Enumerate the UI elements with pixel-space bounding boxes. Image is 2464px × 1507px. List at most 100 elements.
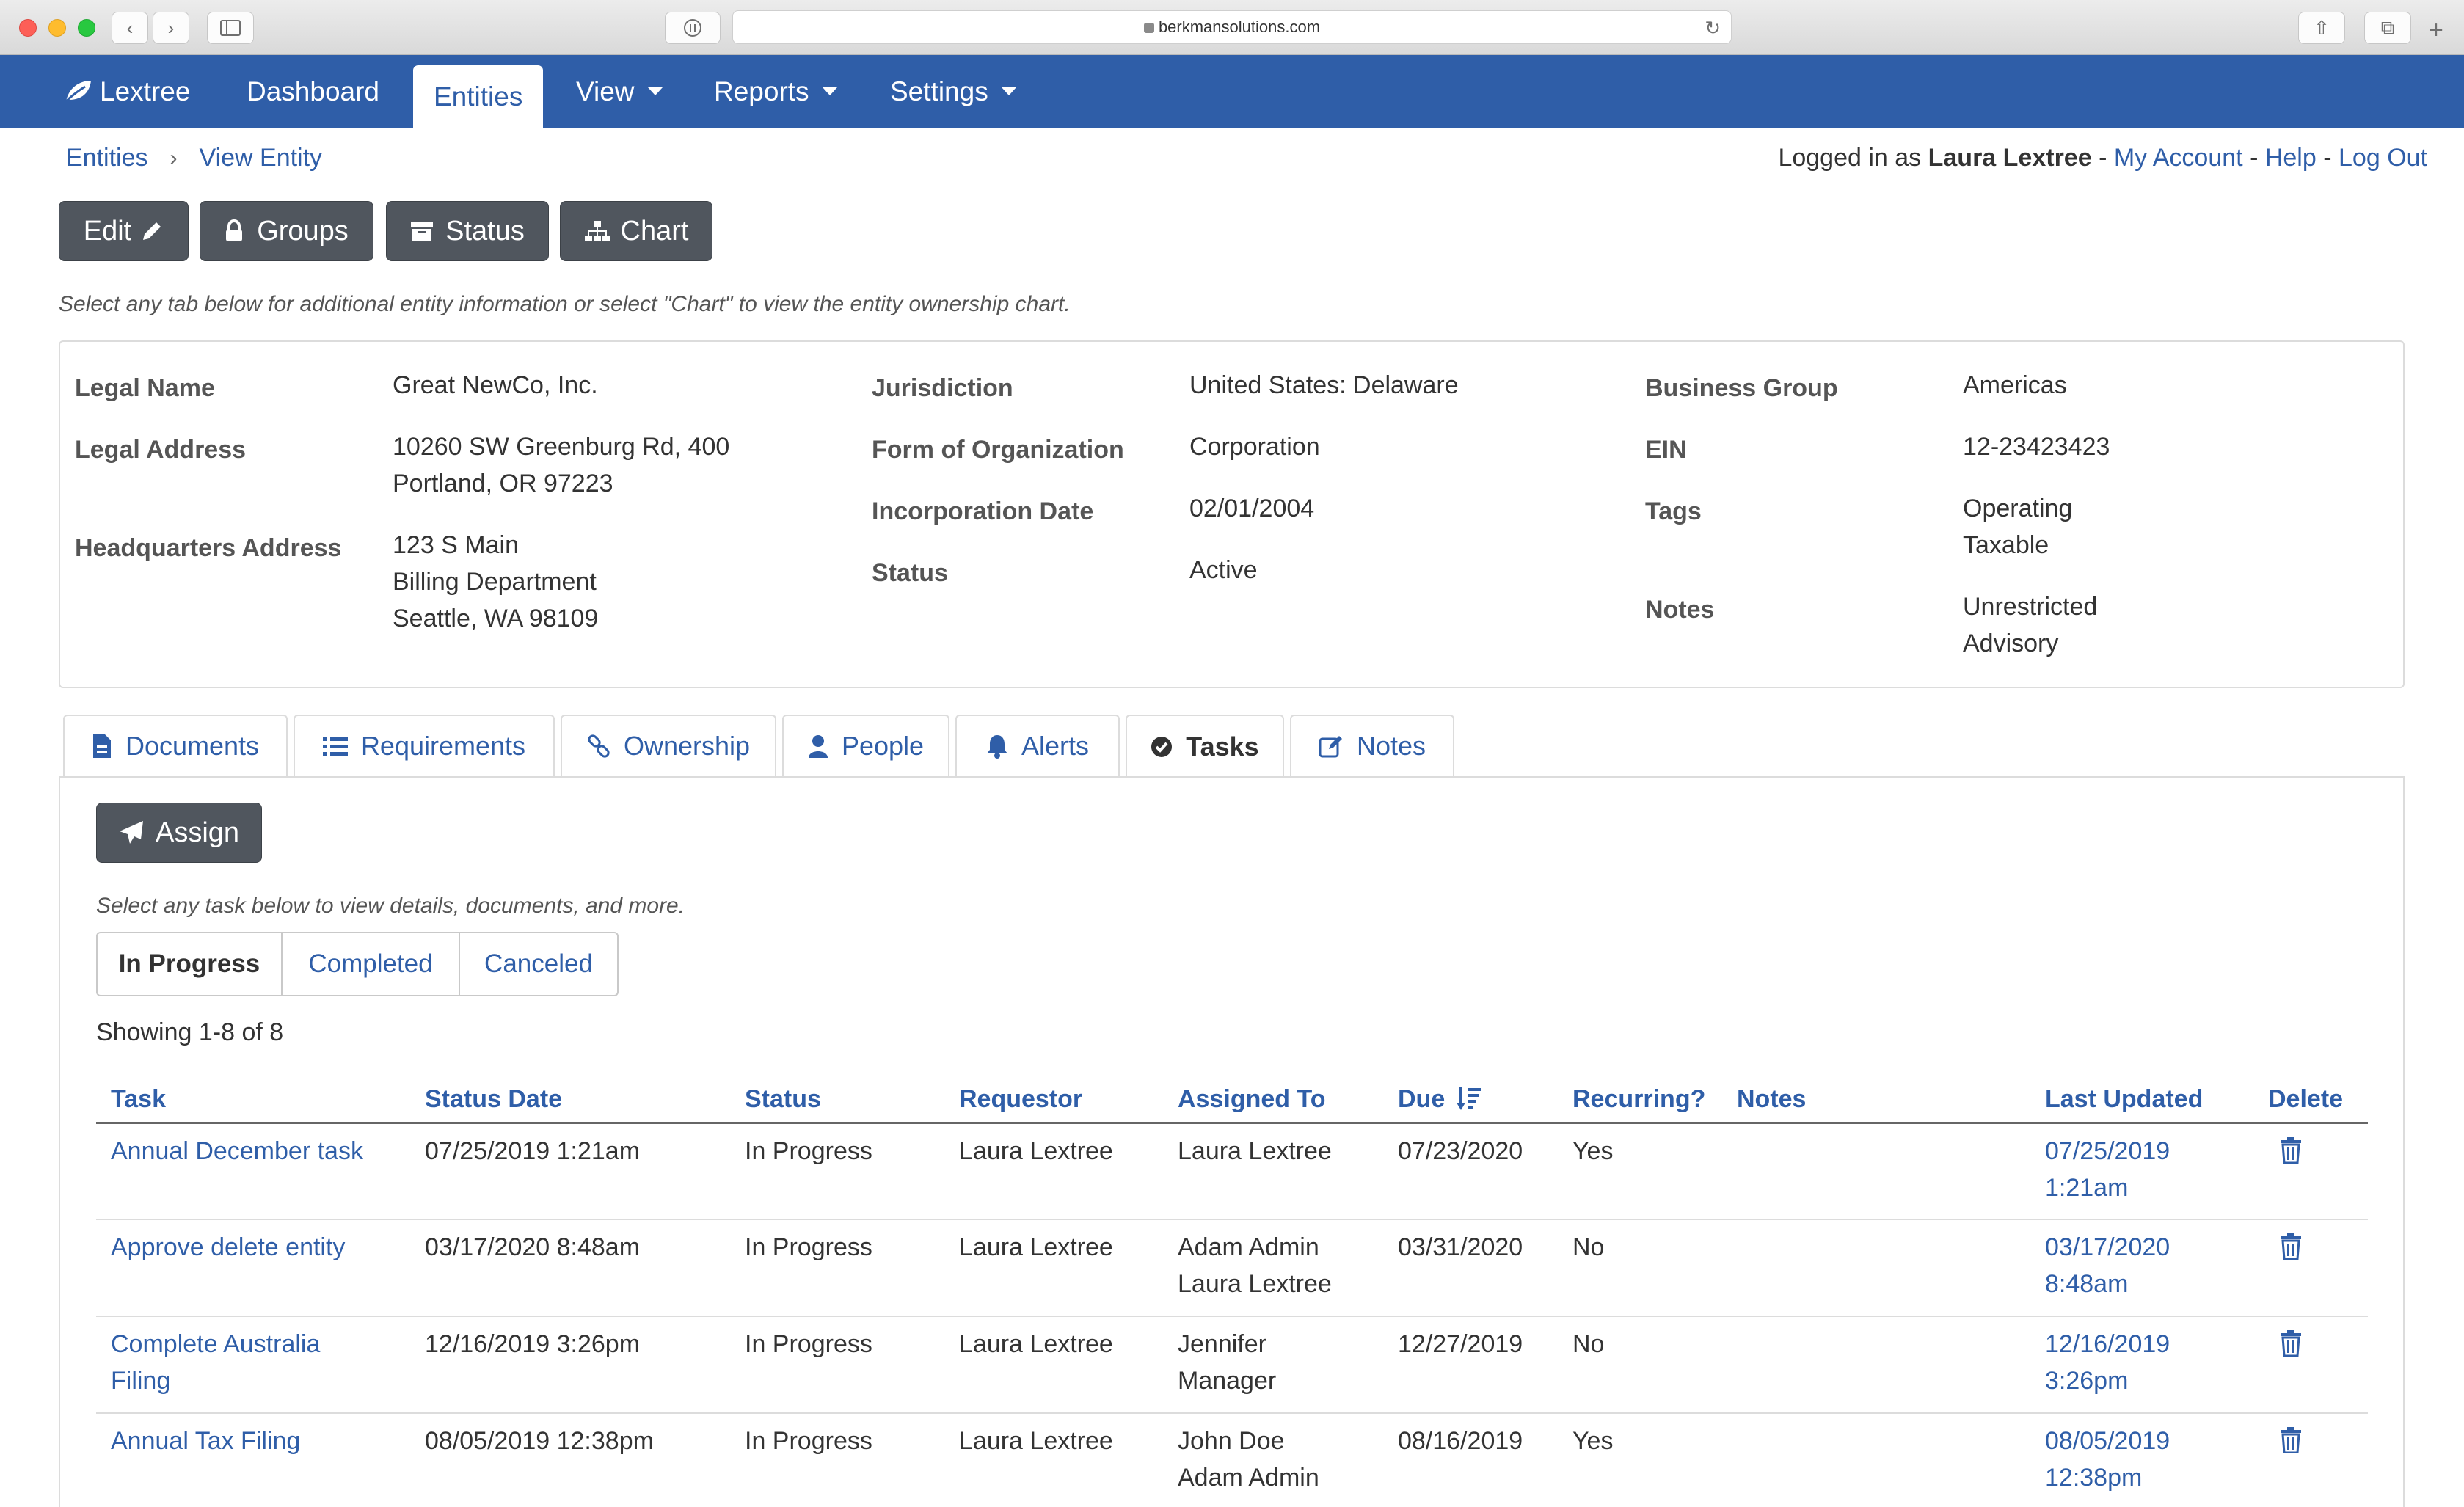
legal-name-value: Great NewCo, Inc. [393,371,598,399]
privacy-button[interactable] [665,12,721,44]
tab-documents[interactable]: Documents [63,715,288,776]
col-recurring[interactable]: Recurring? [1558,1077,1722,1124]
file-icon [92,734,111,758]
cell-due: 07/23/2020 [1383,1123,1558,1220]
tab-tasks[interactable]: Tasks [1126,715,1284,778]
tags-value: Operating Taxable [1963,495,2073,559]
address-bar[interactable]: berkmansolutions.com ↻ [732,10,1732,44]
url-text: berkmansolutions.com [1158,18,1321,36]
tab-requirements-label: Requirements [360,731,526,761]
col-assigned-to[interactable]: Assigned To [1163,1077,1383,1124]
new-tab-button[interactable]: + [2429,16,2443,45]
filter-canceled[interactable]: Canceled [460,933,617,995]
notes-label: Notes [1645,596,1715,624]
cell-due: 03/31/2020 [1383,1219,1558,1317]
col-status[interactable]: Status [730,1077,944,1124]
trash-icon[interactable] [2280,1136,2302,1164]
table-row[interactable]: Complete Australia Filing 12/16/2019 3:26… [96,1316,2368,1414]
app-navbar: Lextree Dashboard Entities View Reports … [0,55,2464,128]
share-button[interactable]: ⇧ [2298,12,2345,44]
zoom-window-button[interactable] [78,19,95,37]
trash-icon[interactable] [2280,1233,2302,1260]
nav-view-label: View [576,76,635,106]
nav-entities-label: Entities [434,81,523,112]
trash-icon[interactable] [2280,1427,2302,1454]
table-row[interactable]: Annual December task 07/25/2019 1:21am In … [96,1123,2368,1220]
tab-people[interactable]: People [782,715,949,776]
tabs-overview-button[interactable]: ⧉ [2364,12,2411,44]
nav-reports-dropdown[interactable]: Reports [714,55,837,128]
edit-button[interactable]: Edit [59,201,189,261]
minimize-window-button[interactable] [48,19,66,37]
col-last-updated[interactable]: Last Updated [2030,1077,2253,1124]
forward-button[interactable]: › [153,12,189,44]
cell-task[interactable]: Approve delete entity [96,1219,410,1317]
nav-dashboard-label: Dashboard [247,76,380,106]
col-due[interactable]: Due [1383,1077,1558,1124]
chevron-left-icon: ‹ [126,16,134,39]
share-icon: ⇧ [2314,16,2330,39]
table-row[interactable]: Approve delete entity 03/17/2020 8:48am In… [96,1219,2368,1317]
col-notes[interactable]: Notes [1722,1077,2030,1124]
col-status-date[interactable]: Status Date [410,1077,730,1124]
cell-assigned-to: Adam Admin Laura Lextree [1163,1219,1383,1317]
my-account-link[interactable]: My Account [2114,144,2243,172]
chart-button[interactable]: Chart [560,201,712,261]
cell-task[interactable]: Annual Tax Filing [96,1413,410,1507]
cell-last-updated[interactable]: 03/17/2020 8:48am [2030,1219,2253,1317]
assign-button[interactable]: Assign [96,803,262,863]
tab-notes-label: Notes [1356,731,1426,761]
filter-completed[interactable]: Completed [283,933,460,995]
status-button[interactable]: Status [386,201,549,261]
col-task[interactable]: Task [96,1077,410,1124]
sitemap-icon [584,221,610,241]
cell-recurring: No [1558,1219,1722,1317]
chevron-right-icon: › [170,145,178,170]
cell-notes [1722,1219,2030,1317]
entity-details-panel: Legal Name Great NewCo, Inc. Legal Addre… [59,340,2405,688]
cell-assigned-to: Jennifer Manager [1163,1316,1383,1414]
sort-descending-icon [1456,1086,1481,1110]
cell-last-updated[interactable]: 07/25/2019 1:21am [2030,1123,2253,1220]
brand-link[interactable]: Lextree [63,55,190,128]
tab-requirements[interactable]: Requirements [294,715,555,776]
cell-status-date: 03/17/2020 8:48am [410,1219,730,1317]
cell-last-updated[interactable]: 12/16/2019 3:26pm [2030,1316,2253,1414]
hq-address-label: Headquarters Address [75,534,342,562]
edit-note-icon [1319,736,1342,758]
col-requestor[interactable]: Requestor [944,1077,1163,1124]
cell-status: In Progress [730,1123,944,1220]
ein-label: EIN [1645,436,1687,464]
groups-button[interactable]: Groups [200,201,373,261]
logout-link[interactable]: Log Out [2339,144,2427,172]
reload-icon[interactable]: ↻ [1705,17,1721,40]
cell-task[interactable]: Complete Australia Filing [96,1316,410,1414]
cell-last-updated[interactable]: 08/05/2019 12:38pm [2030,1413,2253,1507]
sidebar-toggle-button[interactable] [207,12,254,44]
cell-delete [2253,1219,2368,1317]
breadcrumb: Entities › View Entity [66,144,322,172]
trash-icon[interactable] [2280,1330,2302,1357]
privacy-icon [684,19,701,37]
back-button[interactable]: ‹ [112,12,148,44]
nav-entities[interactable]: Entities [413,65,544,128]
filter-in-progress[interactable]: In Progress [98,933,283,995]
tab-alerts[interactable]: Alerts [955,715,1120,776]
browser-toolbar: ‹ › berkmansolutions.com ↻ ⇧ ⧉ + [0,0,2464,55]
breadcrumb-entities-link[interactable]: Entities [66,144,148,172]
nav-dashboard[interactable]: Dashboard [247,55,379,128]
nav-settings-dropdown[interactable]: Settings [890,55,1016,128]
table-row[interactable]: Annual Tax Filing 08/05/2019 12:38pm In Pr… [96,1413,2368,1507]
nav-view-dropdown[interactable]: View [576,55,663,128]
cell-status-date: 07/25/2019 1:21am [410,1123,730,1220]
tab-ownership[interactable]: Ownership [561,715,776,776]
tab-alerts-label: Alerts [1021,731,1090,761]
cell-delete [2253,1123,2368,1220]
help-link[interactable]: Help [2265,144,2317,172]
breadcrumb-current[interactable]: View Entity [200,144,323,172]
cell-task[interactable]: Annual December task [96,1123,410,1220]
legal-name-label: Legal Name [75,374,215,402]
status-label: Status [445,215,525,247]
tab-notes[interactable]: Notes [1290,715,1454,776]
close-window-button[interactable] [19,19,37,37]
